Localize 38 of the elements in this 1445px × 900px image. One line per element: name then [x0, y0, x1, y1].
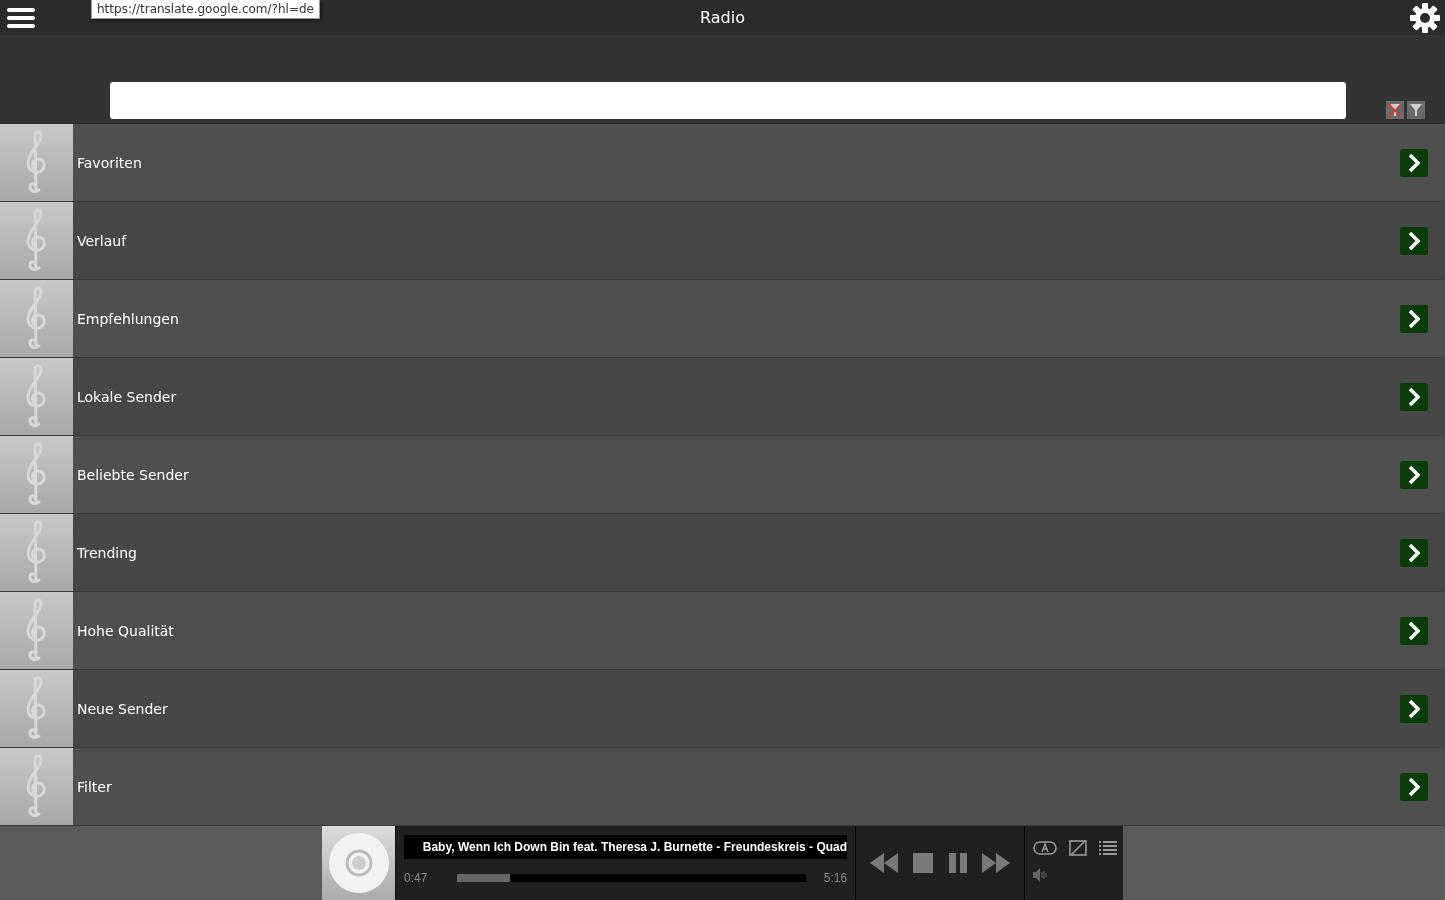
- category-label[interactable]: Verlauf: [77, 232, 1400, 249]
- seek-bar[interactable]: [457, 874, 806, 882]
- header-title: Radio: [700, 8, 745, 27]
- rewind-icon[interactable]: [869, 853, 898, 873]
- settings-icon[interactable]: [1409, 1, 1441, 34]
- category-label[interactable]: Trending: [77, 544, 1400, 561]
- open-arrow-button[interactable]: [1400, 538, 1428, 567]
- track-title: Baby, Wenn Ich Down Bin feat. Theresa J. Burnette - Freundeskreis - Quad: [404, 835, 848, 859]
- open-arrow-button[interactable]: [1400, 226, 1428, 255]
- open-arrow-button[interactable]: [1400, 694, 1428, 723]
- open-arrow-button[interactable]: [1400, 148, 1428, 177]
- category-label[interactable]: Lokale Sender: [77, 388, 1400, 405]
- category-label[interactable]: Empfehlungen: [77, 310, 1400, 327]
- category-label[interactable]: Filter: [77, 778, 1400, 795]
- category-label[interactable]: Beliebte Sender: [77, 466, 1400, 483]
- total-time: 5:16: [823, 871, 848, 885]
- stop-icon[interactable]: [913, 853, 934, 873]
- menu-icon[interactable]: [6, 5, 36, 30]
- open-arrow-button[interactable]: [1400, 304, 1428, 333]
- repeat-icon[interactable]: [1033, 840, 1057, 856]
- volume-icon[interactable]: [1033, 868, 1049, 882]
- open-arrow-button[interactable]: [1400, 772, 1428, 801]
- clear-filter-icon[interactable]: [1386, 101, 1404, 119]
- pause-icon[interactable]: [948, 853, 967, 873]
- elapsed-time: 0:47: [404, 871, 428, 885]
- search-field[interactable]: [110, 82, 1346, 119]
- disc-icon: [327, 832, 390, 894]
- filter-icon[interactable]: [1407, 101, 1425, 119]
- open-arrow-button[interactable]: [1400, 616, 1428, 645]
- fast-forward-icon[interactable]: [982, 853, 1011, 873]
- list-icon[interactable]: [1099, 840, 1117, 856]
- category-label[interactable]: Neue Sender: [77, 700, 1400, 717]
- open-arrow-button[interactable]: [1400, 382, 1428, 411]
- category-label[interactable]: Favoriten: [77, 154, 1400, 171]
- category-label[interactable]: Hohe Qualität: [77, 622, 1400, 639]
- link-tooltip: https://translate.google.com/?hl=de: [91, 0, 320, 19]
- resize-icon[interactable]: [1069, 840, 1087, 856]
- open-arrow-button[interactable]: [1400, 460, 1428, 489]
